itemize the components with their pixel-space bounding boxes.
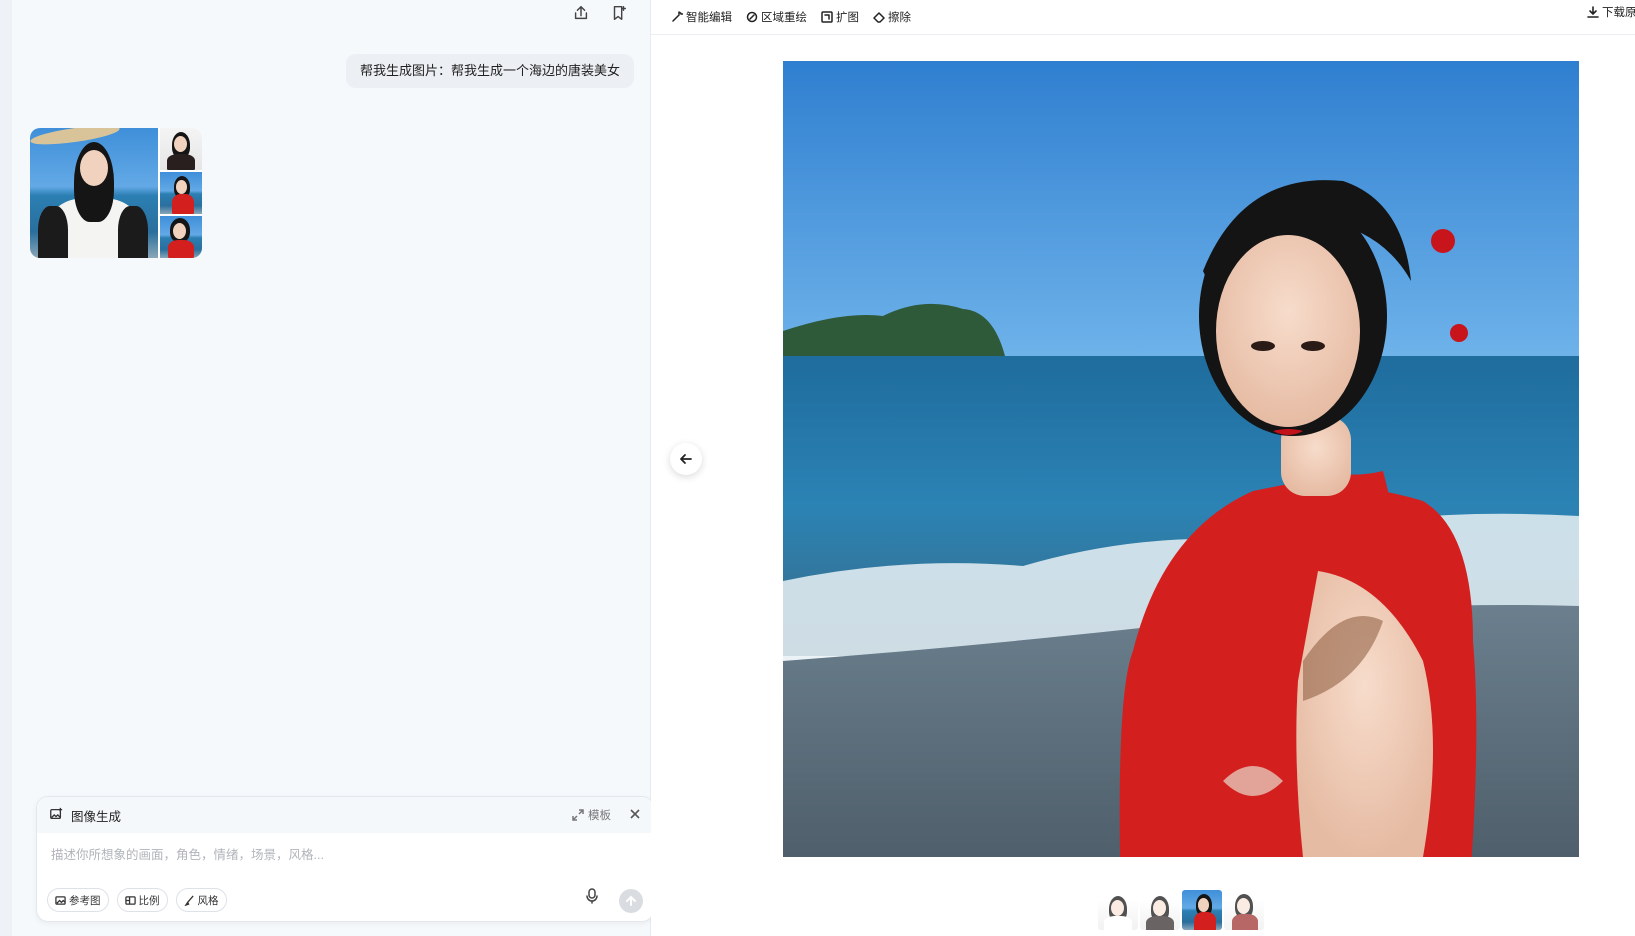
chat-panel: 帮我生成图片：帮我生成一个海边的唐装美女 图像生成 模板 描述你所想象的画面，角…: [12, 0, 654, 936]
thumbnail-1[interactable]: [1098, 890, 1138, 930]
arrow-up-icon: [626, 895, 636, 906]
expand-icon: [572, 809, 584, 821]
ratio-icon: [124, 895, 136, 905]
prompt-input[interactable]: [49, 841, 643, 869]
thumbnail-2[interactable]: [1140, 890, 1180, 930]
chat-actions: [570, 2, 630, 24]
close-icon[interactable]: [629, 808, 641, 823]
generated-images-column: [160, 128, 202, 258]
generated-image-2[interactable]: [160, 128, 202, 170]
user-message: 帮我生成图片：帮我生成一个海边的唐装美女: [345, 54, 634, 88]
composer-chips: 参考图 比例 风格: [47, 888, 227, 912]
ratio-button[interactable]: 比例: [116, 888, 168, 912]
erase-button[interactable]: 擦除: [873, 9, 911, 25]
previous-image-button[interactable]: [670, 443, 702, 475]
composer-header: 图像生成 模板: [37, 797, 653, 833]
download-icon: [1587, 6, 1599, 18]
eraser-icon: [873, 12, 885, 23]
thumbnail-4[interactable]: [1224, 890, 1264, 930]
reference-image-label: 参考图: [69, 894, 101, 907]
brush-icon: [183, 894, 194, 906]
thumbnail-3-selected[interactable]: [1182, 890, 1222, 930]
send-button[interactable]: [619, 889, 643, 913]
smart-edit-label: 智能编辑: [686, 12, 732, 24]
generated-image-1[interactable]: [30, 128, 158, 258]
redraw-icon: [746, 11, 758, 23]
image-icon: [55, 895, 66, 905]
preview-image[interactable]: [783, 61, 1579, 857]
download-button[interactable]: 下载原图: [1587, 0, 1635, 24]
magic-wand-icon: [672, 11, 683, 22]
generated-images-grid: [30, 128, 202, 258]
image-toolbar: 智能编辑 区域重绘 扩图 擦除 下载原图: [651, 0, 1635, 35]
image-generate-icon: [49, 807, 63, 824]
image-viewer: 智能编辑 区域重绘 扩图 擦除 下载原图: [651, 0, 1635, 936]
microphone-icon[interactable]: [585, 888, 599, 909]
share-icon[interactable]: [570, 2, 592, 24]
style-label: 风格: [197, 894, 219, 907]
generated-image-3[interactable]: [160, 172, 202, 214]
smart-edit-button[interactable]: 智能编辑: [671, 9, 732, 25]
template-label: 模板: [588, 810, 611, 822]
prompt-composer: 图像生成 模板 参考图 比例 风格: [36, 796, 654, 922]
expand-frame-icon: [821, 11, 833, 23]
download-label: 下载原图: [1602, 7, 1635, 19]
bookmark-icon[interactable]: [608, 2, 630, 24]
ratio-label: 比例: [138, 894, 160, 907]
expand-image-label: 扩图: [836, 12, 859, 24]
arrow-left-icon: [680, 454, 692, 464]
region-redraw-label: 区域重绘: [761, 12, 807, 24]
erase-label: 擦除: [888, 12, 911, 24]
generated-image-4[interactable]: [160, 216, 202, 258]
composer-mode-label: 图像生成: [71, 809, 122, 824]
region-redraw-button[interactable]: 区域重绘: [746, 9, 807, 25]
expand-image-button[interactable]: 扩图: [821, 9, 859, 25]
style-button[interactable]: 风格: [175, 888, 227, 912]
template-button[interactable]: 模板: [572, 807, 611, 823]
reference-image-button[interactable]: 参考图: [47, 888, 109, 912]
image-thumbnails: [1098, 890, 1264, 930]
